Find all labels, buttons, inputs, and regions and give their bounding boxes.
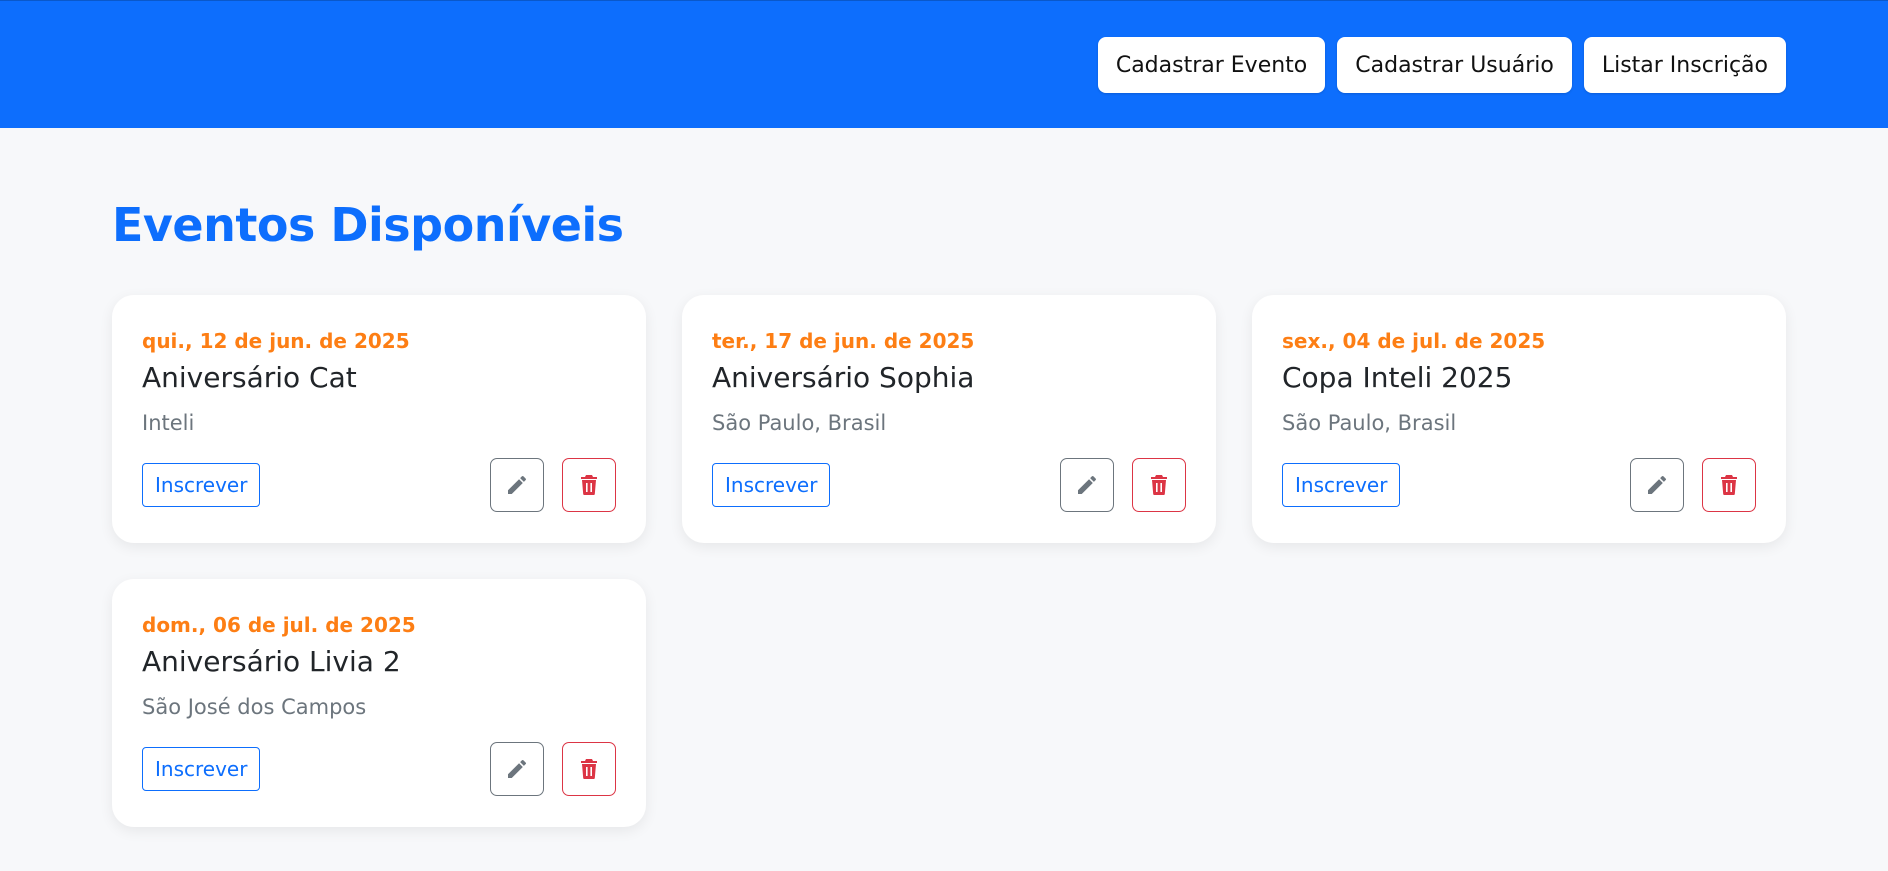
inscrever-button[interactable]: Inscrever (712, 463, 831, 507)
pencil-icon (1645, 473, 1669, 497)
event-title: Aniversário Sophia (712, 361, 975, 394)
pencil-icon (1075, 473, 1099, 497)
cadastrar-evento-button[interactable]: Cadastrar Evento (1097, 37, 1326, 93)
nav-menu: Cadastrar Evento Cadastrar Usuário Lista… (1097, 37, 1786, 93)
event-location: São Paulo, Brasil (1282, 411, 1457, 435)
event-title: Aniversário Cat (142, 361, 357, 394)
page-title: Eventos Disponíveis (112, 198, 624, 252)
delete-event-button[interactable] (562, 458, 616, 512)
inscrever-button[interactable]: Inscrever (142, 463, 261, 507)
inscrever-button[interactable]: Inscrever (1282, 463, 1401, 507)
event-date: qui., 12 de jun. de 2025 (142, 329, 410, 353)
event-card: ter., 17 de jun. de 2025 Aniversário Sop… (682, 295, 1216, 543)
event-date: ter., 17 de jun. de 2025 (712, 329, 975, 353)
cadastrar-usuario-button[interactable]: Cadastrar Usuário (1337, 37, 1572, 93)
event-location: Inteli (142, 411, 195, 435)
pencil-icon (505, 757, 529, 781)
delete-event-button[interactable] (1132, 458, 1186, 512)
edit-event-button[interactable] (490, 458, 544, 512)
event-date: dom., 06 de jul. de 2025 (142, 613, 416, 637)
event-card: dom., 06 de jul. de 2025 Aniversário Liv… (112, 579, 646, 827)
inscrever-button[interactable]: Inscrever (142, 747, 261, 791)
event-card: sex., 04 de jul. de 2025 Copa Inteli 202… (1252, 295, 1786, 543)
event-location: São Paulo, Brasil (712, 411, 887, 435)
edit-event-button[interactable] (1630, 458, 1684, 512)
trash-icon (1717, 473, 1741, 497)
event-title: Copa Inteli 2025 (1282, 361, 1513, 394)
event-date: sex., 04 de jul. de 2025 (1282, 329, 1546, 353)
event-location: São José dos Campos (142, 695, 367, 719)
trash-icon (577, 757, 601, 781)
delete-event-button[interactable] (562, 742, 616, 796)
delete-event-button[interactable] (1702, 458, 1756, 512)
top-navbar: Cadastrar Evento Cadastrar Usuário Lista… (0, 0, 1888, 128)
pencil-icon (505, 473, 529, 497)
edit-event-button[interactable] (490, 742, 544, 796)
trash-icon (1147, 473, 1171, 497)
trash-icon (577, 473, 601, 497)
edit-event-button[interactable] (1060, 458, 1114, 512)
listar-inscricao-button[interactable]: Listar Inscrição (1583, 37, 1786, 93)
event-title: Aniversário Livia 2 (142, 645, 401, 678)
event-card: qui., 12 de jun. de 2025 Aniversário Cat… (112, 295, 646, 543)
